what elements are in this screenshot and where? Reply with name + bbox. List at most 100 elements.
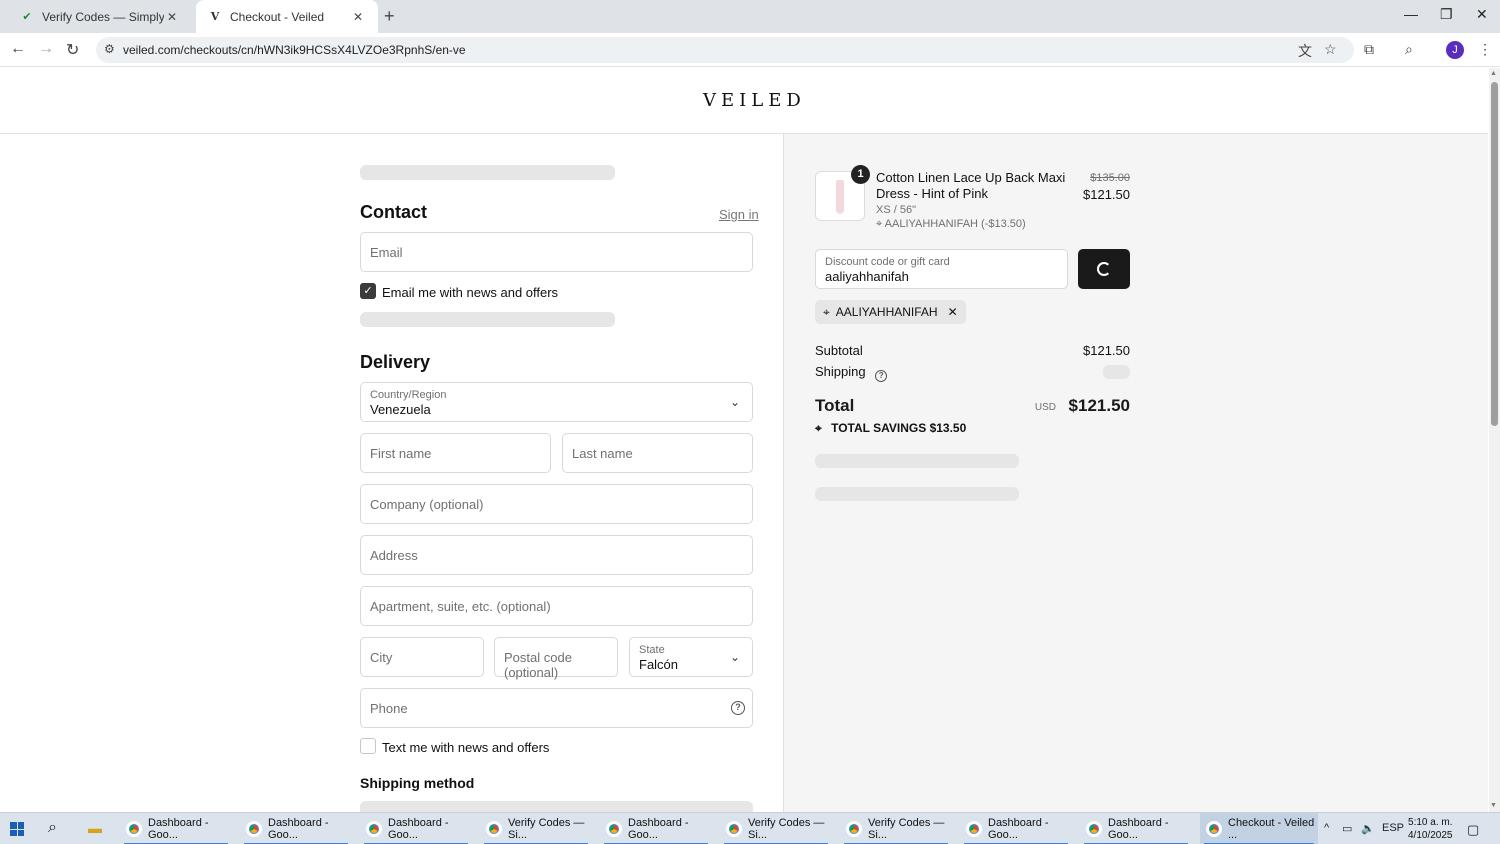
tab-verify-codes[interactable]: ✔ Verify Codes — SimplyCodes ✕ <box>8 0 192 33</box>
volume-icon[interactable]: 🔈 <box>1361 822 1375 835</box>
page-scrollbar[interactable]: ▲ ▼ <box>1489 68 1500 812</box>
store-logo[interactable]: VEILED <box>703 90 806 111</box>
contact-heading: Contact <box>360 202 427 222</box>
postal-code-field[interactable]: Postal code (optional) <box>494 637 618 680</box>
city-placeholder: City <box>370 650 393 665</box>
subtotal-row: Subtotal $121.50 <box>815 343 1130 358</box>
notifications-icon[interactable]: ▢ <box>1467 822 1479 838</box>
last-name-field[interactable]: Last name <box>562 433 753 473</box>
country-select[interactable]: Country/Region Venezuela ⌄ <box>360 382 753 422</box>
discount-label: Discount code or gift card <box>825 256 950 268</box>
show-hidden-icons-icon[interactable]: ^ <box>1324 822 1329 834</box>
total-label: Total <box>815 396 855 415</box>
shipping-method-skeleton <box>360 801 753 812</box>
text-offers-checkbox[interactable] <box>360 738 376 754</box>
remove-discount-icon[interactable]: ✕ <box>948 305 958 319</box>
chrome-icon <box>246 821 262 837</box>
taskbar-item[interactable]: Dashboard - Goo... <box>240 813 352 844</box>
close-tab-icon[interactable]: ✕ <box>350 10 366 24</box>
text-offers-label[interactable]: Text me with news and offers <box>382 740 549 755</box>
url-text[interactable]: veiled.com/checkouts/cn/hWN3ik9HCSsX4LVZ… <box>123 43 466 57</box>
first-name-field[interactable]: First name <box>360 433 551 473</box>
taskbar-item[interactable]: Verify Codes — Si... <box>480 813 592 844</box>
clock-time: 5:10 a. m. <box>1408 817 1453 828</box>
translate-icon[interactable]: 文 <box>1298 41 1312 61</box>
bookmark-star-icon[interactable]: ☆ <box>1324 41 1337 58</box>
taskbar-item[interactable]: Verify Codes — Si... <box>720 813 832 844</box>
tab-search-icon[interactable]: ⌕ <box>1405 41 1413 58</box>
close-tab-icon[interactable]: ✕ <box>164 10 180 24</box>
phone-help-icon[interactable]: ? <box>731 701 745 715</box>
system-clock[interactable]: 5:10 a. m. 4/10/2025 <box>1408 816 1453 842</box>
taskbar-item[interactable]: Dashboard - Goo... <box>360 813 472 844</box>
reload-icon[interactable]: ↻ <box>66 40 79 60</box>
network-icon[interactable]: ▭ <box>1342 822 1352 835</box>
total-savings: ⌖ TOTAL SAVINGS $13.50 <box>815 421 966 436</box>
scroll-up-icon[interactable]: ▲ <box>1490 70 1497 77</box>
shipping-method-heading: Shipping method <box>360 775 475 791</box>
apply-discount-button[interactable] <box>1078 249 1130 289</box>
close-window-icon[interactable]: ✕ <box>1476 6 1488 23</box>
taskbar-item[interactable]: Dashboard - Goo... <box>960 813 1072 844</box>
chrome-icon <box>126 821 142 837</box>
company-field[interactable]: Company (optional) <box>360 484 753 524</box>
menu-dots-icon[interactable]: ⋮ <box>1478 41 1492 58</box>
windows-start-icon[interactable] <box>10 822 24 836</box>
state-label: State <box>639 644 665 656</box>
subtotal-value: $121.50 <box>1083 343 1130 358</box>
new-tab-icon[interactable]: + <box>384 6 395 27</box>
discount-value: aaliyahhanifah <box>825 269 909 284</box>
email-field[interactable]: Email <box>360 232 753 272</box>
address-field[interactable]: Address <box>360 535 753 575</box>
scroll-down-icon[interactable]: ▼ <box>1490 802 1497 809</box>
back-arrow-icon[interactable]: ← <box>10 40 26 58</box>
file-explorer-icon[interactable]: ▬ <box>88 820 102 836</box>
search-icon[interactable]: ⌕ <box>48 819 57 837</box>
product-name: Cotton Linen Lace Up Back Maxi Dress - H… <box>876 170 1066 201</box>
scrollbar-thumb[interactable] <box>1491 82 1498 426</box>
tab-checkout-veiled[interactable]: V Checkout - Veiled ✕ <box>196 0 378 33</box>
shipping-help-icon[interactable]: ? <box>875 370 888 382</box>
site-settings-icon[interactable]: ⚙ <box>104 42 115 56</box>
taskbar-item[interactable]: Verify Codes — Si... <box>840 813 952 844</box>
extensions-icon[interactable]: ⧉ <box>1364 41 1374 58</box>
clock-date: 4/10/2025 <box>1408 830 1453 841</box>
profile-avatar[interactable]: J <box>1446 41 1464 59</box>
language-indicator[interactable]: ESP <box>1382 822 1404 834</box>
sign-in-link[interactable]: Sign in <box>719 207 759 222</box>
taskbar-item-active[interactable]: Checkout - Veiled ... <box>1200 813 1318 844</box>
last-name-placeholder: Last name <box>572 446 633 461</box>
shipping-row: Shipping ? <box>815 364 1130 382</box>
simplycodes-favicon-icon: ✔ <box>22 11 32 23</box>
tag-icon: ⌖ <box>876 218 883 230</box>
phone-field[interactable]: Phone ? <box>360 688 753 728</box>
loading-skeleton <box>815 487 1019 501</box>
restore-icon[interactable]: ❐ <box>1440 6 1453 23</box>
forward-arrow-icon[interactable]: → <box>38 40 54 58</box>
city-field[interactable]: City <box>360 637 484 677</box>
applied-code-text: AALIYAHHANIFAH <box>835 305 938 319</box>
tag-icon: ⌖ <box>815 421 822 435</box>
taskbar-item[interactable]: Dashboard - Goo... <box>600 813 712 844</box>
chevron-down-icon: ⌄ <box>729 650 740 664</box>
chrome-icon <box>1086 821 1102 837</box>
chrome-icon <box>486 821 502 837</box>
state-select[interactable]: State Falcón ⌄ <box>629 637 753 677</box>
apartment-field[interactable]: Apartment, suite, etc. (optional) <box>360 586 753 626</box>
shipping-label: Shipping <box>815 364 866 379</box>
product-variant: XS / 56" <box>876 204 916 216</box>
taskbar-item[interactable]: Dashboard - Goo... <box>120 813 232 844</box>
chrome-icon <box>1206 821 1222 837</box>
currency-code: USD <box>1034 402 1056 413</box>
discount-code-field[interactable]: Discount code or gift card aaliyahhanifa… <box>815 249 1068 289</box>
email-offers-label[interactable]: Email me with news and offers <box>382 285 558 300</box>
taskbar-item[interactable]: Dashboard - Goo... <box>1080 813 1192 844</box>
savings-value: $13.50 <box>929 421 967 435</box>
chrome-icon <box>846 821 862 837</box>
minimize-icon[interactable]: — <box>1404 6 1418 22</box>
loading-skeleton <box>815 454 1019 468</box>
dress-image <box>836 180 844 214</box>
address-bar[interactable]: ⚙ veiled.com/checkouts/cn/hWN3ik9HCSsX4L… <box>96 37 1354 63</box>
country-value: Venezuela <box>370 402 431 417</box>
email-offers-checkbox[interactable]: ✓ <box>360 283 376 299</box>
